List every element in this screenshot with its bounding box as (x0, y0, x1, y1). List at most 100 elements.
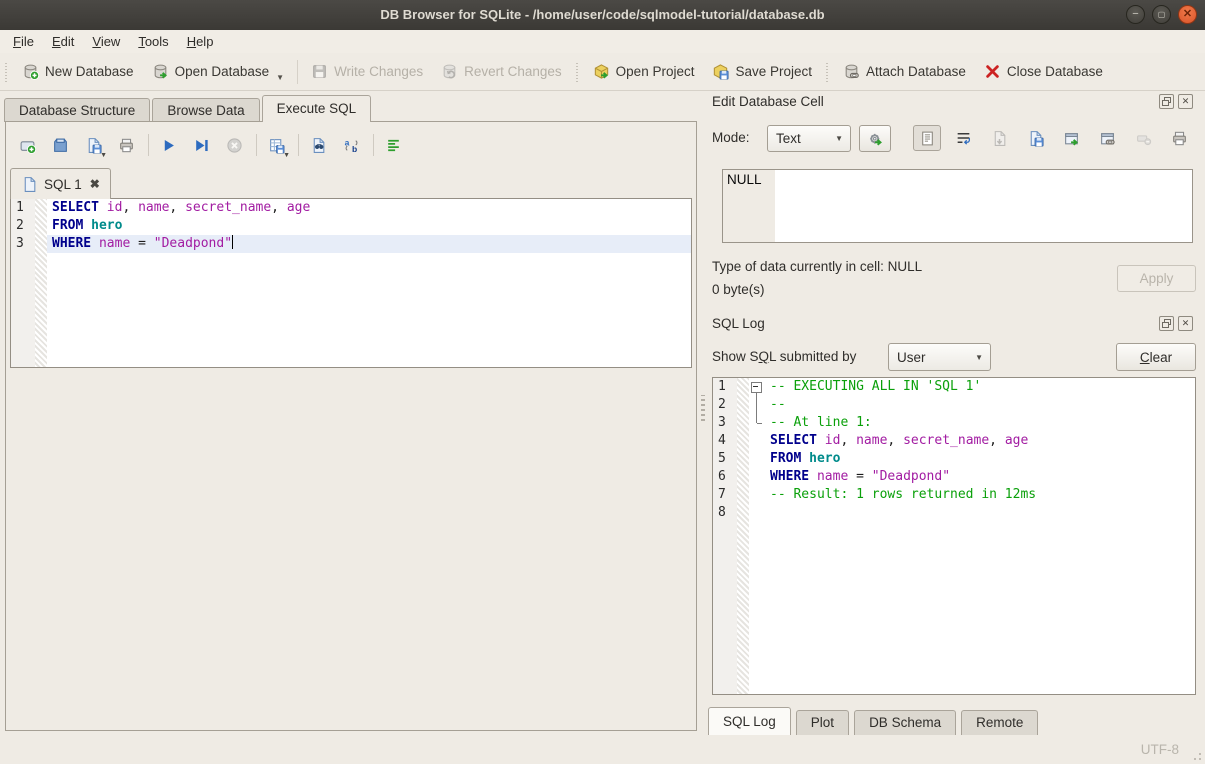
close-database-button[interactable]: Close Database (975, 57, 1112, 86)
toolbar-button-label: New Database (45, 64, 134, 79)
revert-changes-icon (441, 63, 458, 80)
code-area[interactable]: -- EXECUTING ALL IN 'SQL 1'---- At line … (765, 378, 1195, 694)
tab-database-structure[interactable]: Database Structure (4, 98, 150, 122)
export-results-button[interactable]: ▼ (263, 132, 290, 158)
save-project-icon (712, 63, 729, 80)
toolbar-button-label: Close Database (1007, 64, 1103, 79)
fold-margin (35, 199, 47, 367)
menu-tools[interactable]: Tools (129, 32, 177, 51)
fold-marker (749, 396, 765, 414)
sql-log-filter-select[interactable]: User ▼ (888, 343, 991, 371)
line-number-gutter: 123 (11, 199, 35, 367)
tab-execute-sql[interactable]: Execute SQL (262, 95, 372, 122)
save-project-button[interactable]: Save Project (703, 57, 821, 86)
code-line: FROM hero (47, 217, 691, 235)
sql-doc-tab[interactable]: SQL 1 ✖ (10, 168, 111, 199)
title-bar[interactable]: DB Browser for SQLite - /home/user/code/… (0, 0, 1205, 31)
save-sql-file-button[interactable]: ▼ (80, 132, 107, 158)
open-sql-file-button[interactable] (47, 132, 74, 158)
apply-button[interactable]: Apply (1117, 265, 1196, 292)
stop-button (221, 132, 248, 158)
execute-all-button[interactable] (155, 132, 182, 158)
sql-log-filter-value: User (897, 350, 926, 365)
fold-marker (749, 504, 765, 522)
print-icon (118, 137, 135, 154)
copy-link-button[interactable] (1093, 125, 1121, 151)
print-cell-button[interactable] (1165, 125, 1193, 151)
maximize-button[interactable]: ▢ (1152, 5, 1171, 24)
word-wrap-button[interactable] (949, 125, 977, 151)
line-number: 4 (718, 432, 737, 450)
close-button[interactable]: ✕ (1178, 5, 1197, 24)
replace-button[interactable]: ab (338, 132, 365, 158)
dock-tab-plot[interactable]: Plot (796, 710, 849, 735)
execute-line-button[interactable] (188, 132, 215, 158)
print-button[interactable] (113, 132, 140, 158)
window-title: DB Browser for SQLite - /home/user/code/… (0, 0, 1205, 30)
fold-marker (749, 468, 765, 486)
fold-marker[interactable] (749, 378, 765, 396)
toolbar-handle[interactable] (3, 61, 10, 83)
main-tab-bar: Database StructureBrowse DataExecute SQL (4, 96, 373, 122)
text-mode-button[interactable] (913, 125, 941, 151)
toolbar-handle[interactable] (574, 61, 581, 83)
line-number: 1 (718, 378, 737, 396)
cell-value-editor[interactable]: NULL (722, 169, 1193, 243)
find-button[interactable] (305, 132, 332, 158)
format-icon (385, 137, 402, 154)
open-database-button[interactable]: Open Database▼ (143, 57, 294, 86)
line-number: 5 (718, 450, 737, 468)
menu-view[interactable]: View (83, 32, 129, 51)
sql-editor[interactable]: 123 SELECT id, name, secret_name, ageFROM… (10, 198, 692, 368)
dock-tab-sql-log[interactable]: SQL Log (708, 707, 791, 735)
toolbar-separator (148, 134, 149, 156)
word-wrap-icon (955, 130, 972, 147)
attach-database-button[interactable]: Attach Database (834, 57, 975, 86)
splitter-handle-panes[interactable] (701, 395, 705, 421)
mode-select[interactable]: Text ▼ (767, 125, 851, 152)
open-external-icon (1063, 130, 1080, 147)
dock-tab-db-schema[interactable]: DB Schema (854, 710, 956, 735)
tab-browse-data[interactable]: Browse Data (152, 98, 259, 122)
export-data-icon (1027, 130, 1044, 147)
resize-grip[interactable] (1190, 749, 1202, 761)
fold-margin (737, 378, 749, 694)
sql-doc-tab-label: SQL 1 (44, 177, 82, 192)
float-panel-icon[interactable] (1159, 316, 1174, 331)
open-project-button[interactable]: Open Project (584, 57, 704, 86)
new-tab-button[interactable] (14, 132, 41, 158)
menu-edit[interactable]: Edit (43, 32, 83, 51)
new-database-button[interactable]: New Database (13, 57, 143, 86)
mode-label: Mode: (712, 130, 750, 145)
code-area[interactable]: SELECT id, name, secret_name, ageFROM he… (47, 199, 691, 367)
fold-marker-column[interactable] (749, 378, 765, 694)
stop-icon (226, 137, 243, 154)
line-number: 2 (718, 396, 737, 414)
toolbar-separator (256, 134, 257, 156)
open-external-button[interactable] (1057, 125, 1085, 151)
export-data-button[interactable] (1021, 125, 1049, 151)
line-number: 7 (718, 486, 737, 504)
float-panel-icon[interactable] (1159, 94, 1174, 109)
clear-log-button[interactable]: Clear (1116, 343, 1196, 371)
close-panel-icon[interactable] (1178, 316, 1193, 331)
minimize-button[interactable]: − (1126, 5, 1145, 24)
chevron-down-icon: ▼ (975, 353, 983, 362)
auto-apply-button[interactable] (859, 125, 891, 152)
sql-log-title: SQL Log (712, 316, 765, 331)
set-null-button (1129, 125, 1157, 151)
open-database-icon (152, 63, 169, 80)
sql-log-view[interactable]: 12345678-- EXECUTING ALL IN 'SQL 1'---- … (712, 377, 1196, 695)
close-panel-icon[interactable] (1178, 94, 1193, 109)
fold-marker (749, 450, 765, 468)
toolbar-handle[interactable] (824, 61, 831, 83)
open-sql-file-icon (52, 137, 69, 154)
menu-file[interactable]: File (4, 32, 43, 51)
chevron-down-icon: ▼ (835, 134, 843, 143)
dock-tab-remote[interactable]: Remote (961, 710, 1038, 735)
menu-help[interactable]: Help (178, 32, 223, 51)
close-tab-icon[interactable]: ✖ (90, 177, 100, 191)
code-line: SELECT id, name, secret_name, age (47, 199, 691, 217)
format-button[interactable] (380, 132, 407, 158)
app-window: { "colors":{ "keyword":"#00008c","identi… (0, 0, 1205, 764)
